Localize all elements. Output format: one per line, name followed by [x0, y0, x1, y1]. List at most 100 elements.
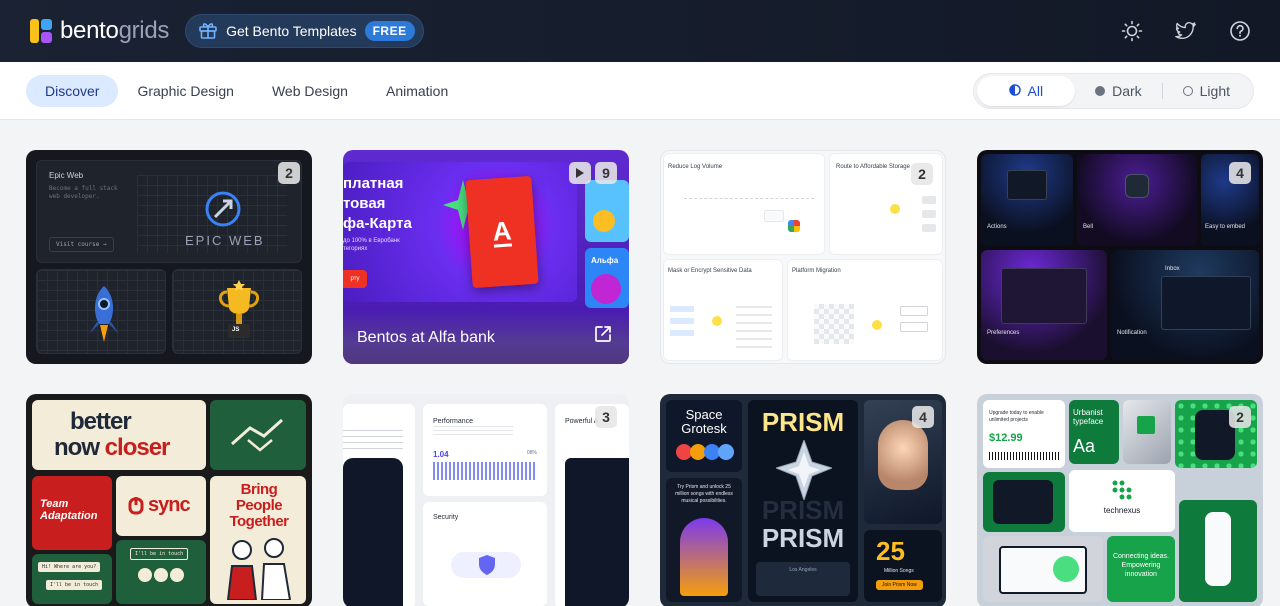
portrait-image: [680, 518, 728, 596]
stats-tile: 25 Million Songs Join Prism Now: [864, 530, 942, 602]
card-better-closer[interactable]: better now closer Team Adaptation sync B…: [26, 394, 312, 606]
mini-menu: [1007, 170, 1047, 200]
bottle-image: [1205, 512, 1231, 586]
trophy-tile: JS: [172, 269, 302, 354]
bento-templates-button[interactable]: Get Bento Templates FREE: [185, 14, 424, 48]
card-alfa-bank[interactable]: 9 платная товая фа-Карта до 100% в Евробан…: [343, 150, 629, 364]
image-count-badge: 3: [595, 406, 617, 428]
logo-icon: [30, 19, 52, 43]
connecting-tile: Connecting ideas. Empowering innovation: [1107, 536, 1175, 602]
alfa-heading: платная товая фа-Карта: [343, 175, 412, 232]
prism-promo-text: Try Prism and unlock 25 million songs wi…: [675, 484, 733, 504]
connecting-text: Connecting ideas. Empowering innovation: [1112, 553, 1170, 578]
help-icon[interactable]: [1228, 19, 1252, 43]
bell-tile: Bell: [1077, 154, 1197, 246]
category-discover[interactable]: Discover: [26, 74, 119, 107]
card-notifications[interactable]: 4 Actions Bell Easy to embed Preferences…: [977, 150, 1263, 364]
alfa-side-tile: [585, 180, 629, 242]
alfa-logo: A: [491, 214, 513, 248]
half-circle-icon: [1008, 83, 1021, 99]
card-log-platform[interactable]: 2 Reduce Log Volume Route to Affordable …: [660, 150, 946, 364]
theme-light[interactable]: Light: [1163, 76, 1250, 106]
grotesk-text: Grotesk: [681, 421, 727, 436]
twitter-icon[interactable]: [1174, 19, 1198, 43]
team-text: Team Adaptation: [40, 498, 98, 522]
sun-icon[interactable]: [1120, 19, 1144, 43]
chat-bubble-2: I'll be in touch: [46, 580, 103, 590]
logo-text: bentogrids: [60, 17, 170, 44]
aa-glyph: Aa: [1073, 436, 1096, 456]
laptop-tile: [983, 536, 1103, 602]
team-tile: Team Adaptation: [32, 476, 112, 550]
security-tile: Security: [423, 502, 547, 606]
image-count-badge: 4: [1229, 162, 1251, 184]
building-tile: [1123, 400, 1171, 464]
sync-tile: sync: [116, 476, 206, 536]
epic-desc: Become a full stack web developer.: [49, 185, 118, 200]
epic-big-title: EPIC WEB: [185, 233, 265, 248]
theme-dark[interactable]: Dark: [1075, 76, 1162, 106]
logo[interactable]: bentogrids: [30, 17, 169, 45]
tile-label: Notification: [1117, 330, 1147, 336]
prism-hero-tile: PRISM PRISM PRISM Los Angeles: [748, 400, 858, 602]
gift-icon: [198, 20, 218, 43]
text-lines: [343, 430, 403, 450]
player-label: Los Angeles: [789, 567, 817, 573]
visit-course-button: Visit course →: [49, 237, 114, 252]
card-technexus[interactable]: 2 Upgrade today to enable unlimited proj…: [977, 394, 1263, 606]
prism-title: PRISM: [761, 407, 845, 437]
tile-title: Mask or Encrypt Sensitive Data: [668, 268, 752, 274]
dark-dot-icon: [1095, 85, 1106, 96]
card-epic-web[interactable]: 2 Epic Web Become a full stack web devel…: [26, 150, 312, 364]
alfa-cta: рту: [343, 270, 367, 288]
theme-switcher: All Dark Light: [972, 72, 1254, 109]
alfa-circle: [591, 274, 621, 304]
storage-icons: [922, 196, 936, 236]
bell-icon: [1125, 174, 1149, 198]
technexus-logo-icon: [1112, 480, 1132, 505]
phone-tile: [983, 472, 1065, 532]
better-text: better: [70, 408, 132, 435]
face-image: [878, 420, 928, 490]
right-tile: Powerful A: [555, 404, 629, 606]
category-graphic-design[interactable]: Graphic Design: [118, 75, 253, 107]
performance-title: Performance: [433, 418, 474, 425]
better-tile: better now closer: [32, 400, 206, 470]
actions-tile: Actions: [981, 154, 1073, 246]
notification-tile: Inbox Notification: [1111, 250, 1259, 360]
text-lines: [433, 426, 513, 436]
card-prism[interactable]: 4 Space Grotesk Try Prism and unlock 25 …: [660, 394, 946, 606]
checkbox-list: [670, 306, 694, 346]
technexus-tile: technexus: [1069, 470, 1175, 532]
filter-bar: Discover Graphic Design Web Design Anima…: [0, 62, 1280, 120]
category-web-design[interactable]: Web Design: [253, 75, 367, 107]
prism-echo-2: PRISM: [761, 523, 845, 553]
alfa-side-text: Альфа: [591, 256, 619, 265]
price-text: $12.99: [989, 432, 1023, 444]
theme-all-label: All: [1027, 82, 1044, 99]
image-count-badge: 2: [278, 162, 300, 184]
code-panel: [565, 458, 629, 606]
pixel-grid: [814, 304, 854, 344]
chat-bubble: Hi! Where are you?: [38, 562, 101, 572]
alfa-side-tile-2: Альфа: [585, 248, 629, 308]
phone-screen: [993, 480, 1053, 524]
light-dot-icon: [1182, 85, 1193, 96]
card-caption: Bentos at Alfa bank: [357, 329, 495, 346]
powerful-title: Powerful A: [565, 418, 599, 425]
flow-node: [764, 210, 784, 222]
chat-tile: Hi! Where are you? I'll be in touch: [32, 554, 112, 604]
alfa-small-2: тегориях: [343, 246, 368, 252]
top-navbar: bentogrids Get Bento Templates FREE: [0, 0, 1280, 62]
prism-promo-tile: Try Prism and unlock 25 million songs wi…: [666, 478, 742, 602]
urbanist-tile: Urbanist typeface Aa: [1069, 400, 1119, 464]
barcode: [989, 452, 1059, 460]
free-badge: FREE: [364, 21, 415, 41]
image-count-badge: 2: [911, 163, 933, 185]
theme-all[interactable]: All: [976, 75, 1076, 106]
card-performance[interactable]: 3 Performance 1.04 08% Security Powerful…: [343, 394, 629, 606]
crystal-icon: [774, 438, 834, 505]
external-link-icon[interactable]: [593, 324, 613, 349]
tile-label: Easy to embed: [1205, 224, 1246, 230]
category-animation[interactable]: Animation: [367, 75, 467, 107]
